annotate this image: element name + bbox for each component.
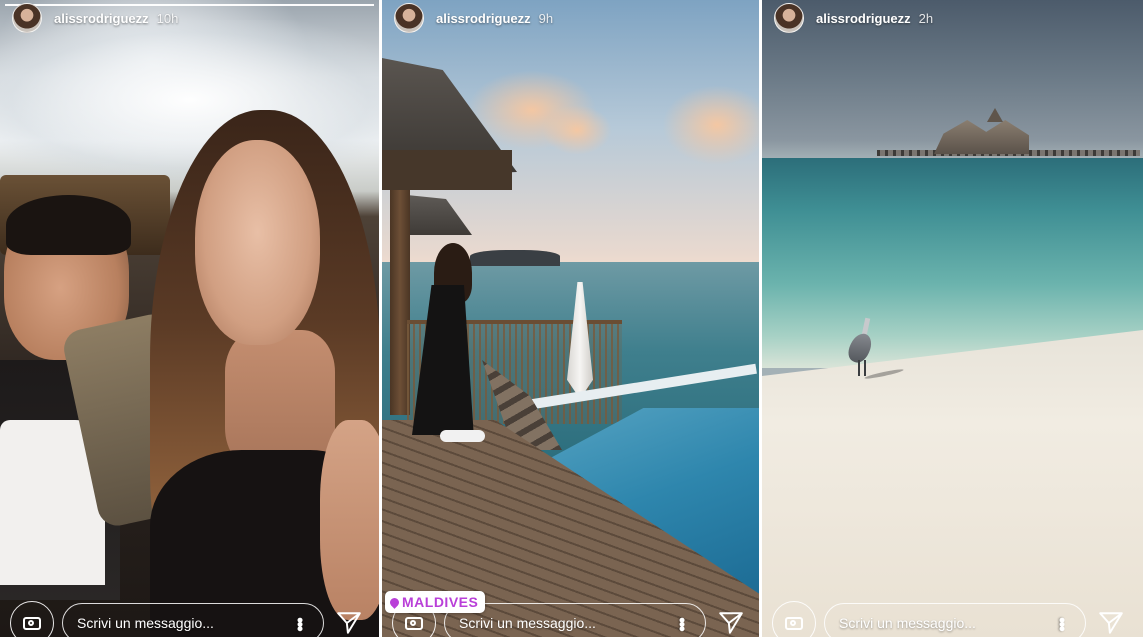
- camera-icon: [23, 616, 41, 630]
- story-photo-boat-selfie: [0, 0, 379, 637]
- story-header: alissrodriguezz 2h: [774, 3, 933, 33]
- timestamp: 10h: [156, 10, 179, 26]
- username[interactable]: alissrodriguezz: [816, 11, 911, 26]
- camera-button[interactable]: [10, 601, 54, 637]
- username[interactable]: alissrodriguezz: [54, 11, 149, 26]
- hut-peak: [987, 108, 1003, 122]
- camera-icon: [785, 616, 803, 630]
- message-placeholder: Scrivi un messaggio...: [839, 615, 976, 631]
- camera-icon: [405, 616, 423, 630]
- story-photo-beach-heron: [762, 0, 1143, 637]
- location-name: MALDIVES: [402, 594, 479, 610]
- cloud: [662, 85, 759, 165]
- sand-beach: [762, 330, 1143, 637]
- woman-face: [195, 140, 320, 345]
- story-panel-2[interactable]: alissrodriguezz 9h MALDIVES Scrivi un me…: [382, 0, 759, 637]
- story-photo-overwater-villa: [382, 0, 759, 637]
- story-footer: Scrivi un messaggio... •••: [0, 601, 379, 637]
- camera-button[interactable]: [772, 601, 816, 637]
- man-hair: [6, 195, 131, 255]
- vertical-dots-icon[interactable]: •••: [672, 617, 692, 630]
- distant-villa: [470, 250, 560, 266]
- story-strip: alissrodriguezz 10h Scrivi un messaggio.…: [0, 0, 1146, 637]
- vertical-dots-icon[interactable]: •••: [1052, 617, 1072, 630]
- story-panel-3[interactable]: alissrodriguezz 2h Scrivi un messaggio..…: [762, 0, 1143, 637]
- cloud: [542, 105, 612, 155]
- vertical-dots-icon[interactable]: •••: [290, 617, 310, 630]
- story-header: alissrodriguezz 9h: [394, 3, 553, 33]
- lagoon: [762, 158, 1143, 368]
- username[interactable]: alissrodriguezz: [436, 11, 531, 26]
- woman-arm: [320, 420, 379, 620]
- paper-plane-icon[interactable]: [718, 610, 744, 636]
- message-placeholder: Scrivi un messaggio...: [77, 615, 214, 631]
- story-panel-1[interactable]: alissrodriguezz 10h Scrivi un messaggio.…: [0, 0, 379, 637]
- message-input[interactable]: Scrivi un messaggio... •••: [824, 603, 1086, 637]
- roof-eave: [382, 150, 512, 190]
- avatar[interactable]: [774, 3, 804, 33]
- story-footer: Scrivi un messaggio... •••: [762, 601, 1143, 637]
- thatched-roof-small: [407, 195, 472, 235]
- avatar[interactable]: [12, 3, 42, 33]
- avatar[interactable]: [394, 3, 424, 33]
- paper-plane-icon[interactable]: [1098, 610, 1124, 636]
- message-input[interactable]: Scrivi un messaggio... •••: [62, 603, 324, 637]
- timestamp: 2h: [918, 10, 934, 26]
- overwater-hut: [934, 120, 1029, 154]
- white-sneakers: [440, 430, 485, 442]
- location-sticker[interactable]: MALDIVES: [385, 591, 486, 613]
- woman-neck: [225, 330, 335, 470]
- message-placeholder: Scrivi un messaggio...: [459, 615, 596, 631]
- paper-plane-icon[interactable]: [336, 610, 362, 636]
- timestamp: 9h: [538, 10, 554, 26]
- pin-icon: [388, 595, 401, 609]
- heron-leg: [858, 360, 860, 376]
- story-header: alissrodriguezz 10h: [12, 3, 178, 33]
- heron-leg: [864, 360, 866, 376]
